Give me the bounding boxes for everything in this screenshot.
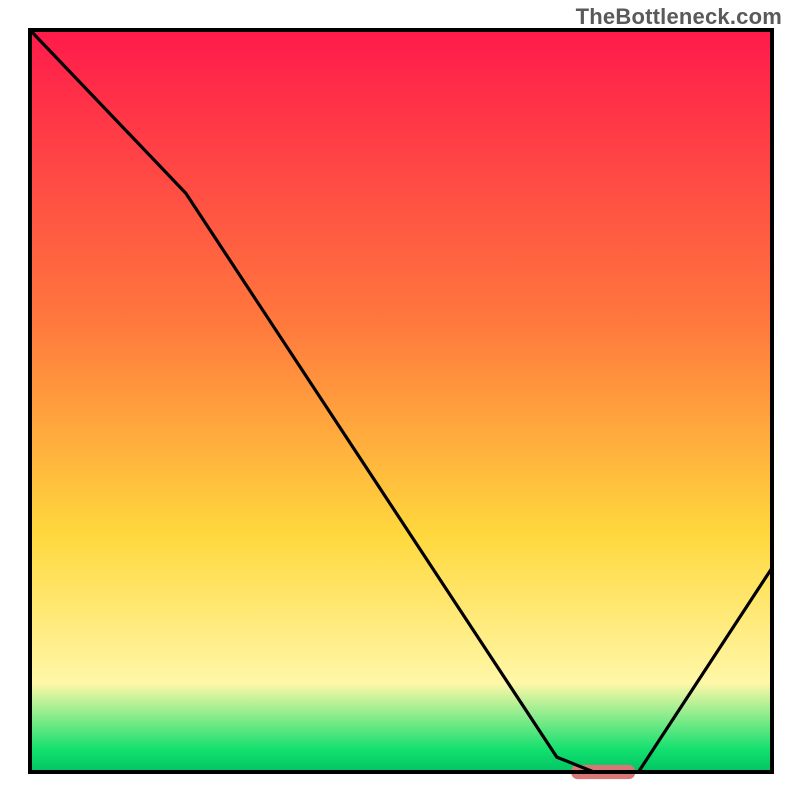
- plot-background: [30, 30, 772, 772]
- bottleneck-chart: [0, 0, 800, 800]
- chart-container: TheBottleneck.com: [0, 0, 800, 800]
- watermark-label: TheBottleneck.com: [576, 4, 782, 30]
